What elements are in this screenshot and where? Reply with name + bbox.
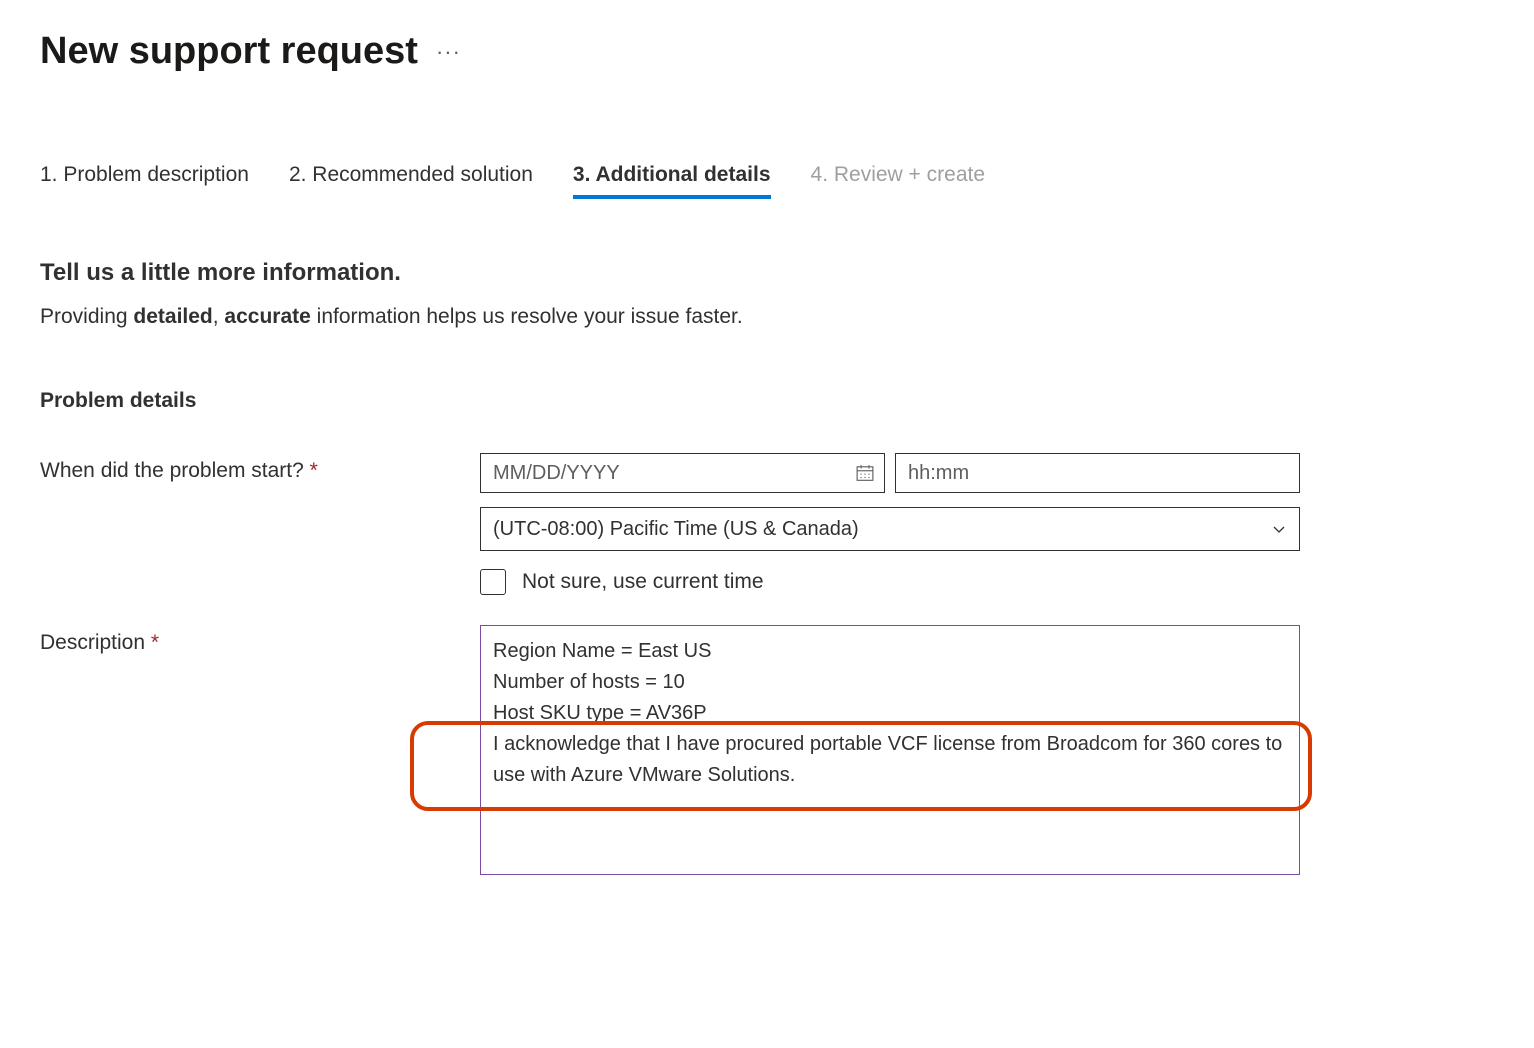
timezone-select[interactable]: (UTC-08:00) Pacific Time (US & Canada) [480,507,1300,551]
label-description-text: Description [40,631,145,654]
date-input[interactable]: MM/DD/YYYY [480,453,885,493]
description-input-col: Region Name = East US Number of hosts = … [480,625,1300,875]
notsure-row: Not sure, use current time [480,569,1300,595]
label-when-start-text: When did the problem start? [40,459,304,482]
calendar-icon[interactable] [856,464,874,482]
tabs: 1. Problem description 2. Recommended so… [40,163,1494,199]
time-input[interactable]: hh:mm [895,453,1300,493]
row-when-start: When did the problem start? * MM/DD/YYYY [40,453,1494,595]
label-description: Description * [40,625,480,655]
tab-review-create: 4. Review + create [811,163,986,199]
section-subtext: Providing detailed, accurate information… [40,305,1494,329]
page-title: New support request [40,30,418,73]
required-indicator: * [310,459,318,482]
more-icon[interactable]: ··· [436,39,461,65]
notsure-checkbox[interactable] [480,569,506,595]
subtext-detailed: detailed [133,305,212,328]
description-textarea[interactable]: Region Name = East US Number of hosts = … [480,625,1300,875]
header-row: New support request ··· [40,30,1494,73]
section-heading: Tell us a little more information. [40,259,1494,287]
chevron-down-icon [1271,521,1287,537]
timezone-value: (UTC-08:00) Pacific Time (US & Canada) [493,518,859,541]
row-description: Description * Region Name = East US Numb… [40,625,1494,875]
time-placeholder: hh:mm [908,462,969,485]
date-time-row: MM/DD/YYYY hh:mm [480,453,1300,493]
subtext-post: information helps us resolve your issue … [311,305,743,328]
tab-problem-description[interactable]: 1. Problem description [40,163,249,199]
subtext-sep: , [213,305,225,328]
label-when-start: When did the problem start? * [40,453,480,483]
problem-details-heading: Problem details [40,389,1494,413]
subtext-accurate: accurate [224,305,310,328]
notsure-label: Not sure, use current time [522,570,764,594]
date-placeholder: MM/DD/YYYY [493,462,620,485]
subtext-pre: Providing [40,305,133,328]
tab-additional-details[interactable]: 3. Additional details [573,163,771,199]
tab-recommended-solution[interactable]: 2. Recommended solution [289,163,533,199]
required-indicator: * [151,631,159,654]
when-input-col: MM/DD/YYYY hh:mm (UTC-08:00) Pacific [480,453,1300,595]
